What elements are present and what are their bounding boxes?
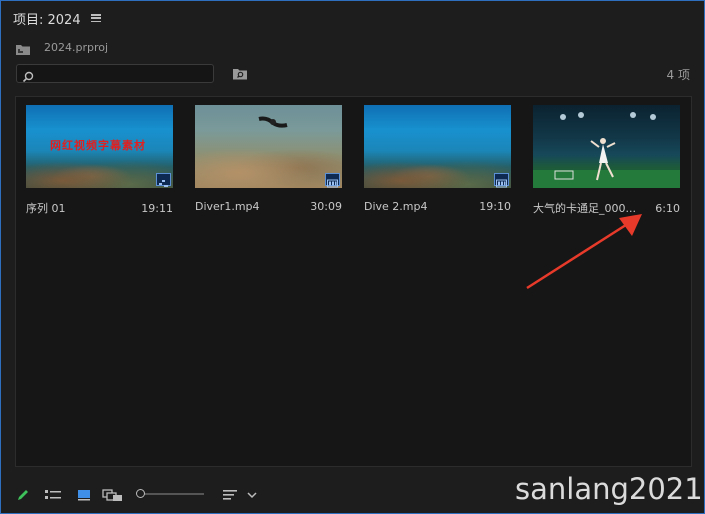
panel-title[interactable]: 项目: 2024 — [13, 9, 81, 28]
video-clip-icon — [494, 173, 509, 188]
list-view-icon[interactable] — [44, 487, 62, 506]
watermark: sanlang2021 — [515, 472, 703, 506]
panel-header: 项目: 2024 — [13, 9, 101, 28]
zoom-slider[interactable] — [136, 488, 204, 500]
search-icon — [22, 68, 34, 87]
red-arrow-annotation — [526, 214, 642, 290]
media-item[interactable]: Dive 2.mp4 19:10 — [364, 105, 511, 213]
hamburger-menu-icon[interactable] — [90, 14, 101, 22]
thumbnail[interactable]: 网红视频字幕素材 — [26, 105, 173, 188]
zoom-slider-track[interactable] — [144, 493, 204, 495]
sort-icon[interactable] — [222, 487, 238, 506]
chevron-down-icon[interactable] — [246, 487, 258, 506]
thumbnail[interactable] — [195, 105, 342, 188]
project-panel: 项目: 2024 2024.prproj 4 项 网红视频字幕素材 序列 01 … — [0, 0, 705, 514]
media-item-name: Diver1.mp4 — [195, 200, 260, 213]
thumbnail-overlay-text: 网红视频字幕素材 — [50, 139, 146, 152]
thumbnail[interactable] — [364, 105, 511, 188]
icon-view-icon[interactable] — [76, 487, 92, 506]
video-clip-icon — [325, 173, 340, 188]
media-item[interactable]: 网红视频字幕素材 序列 01 19:11 — [26, 105, 173, 216]
media-item-duration: 19:11 — [141, 201, 173, 215]
zoom-slider-knob[interactable] — [136, 489, 145, 498]
find-bin-icon[interactable] — [232, 66, 248, 80]
freeform-view-icon[interactable] — [102, 487, 124, 506]
search-field[interactable] — [16, 64, 214, 83]
diver-figure — [258, 116, 288, 128]
media-item-name: Dive 2.mp4 — [364, 200, 428, 213]
thumbnail[interactable] — [533, 105, 680, 188]
item-count: 4 项 — [666, 68, 690, 82]
project-file-name: 2024.prproj — [44, 40, 109, 54]
media-item-name: 序列 01 — [26, 202, 66, 215]
media-item-duration: 6:10 — [655, 201, 680, 215]
media-item-duration: 30:09 — [310, 200, 342, 213]
media-item[interactable]: Diver1.mp4 30:09 — [195, 105, 342, 213]
media-item-duration: 19:10 — [479, 200, 511, 213]
search-input[interactable] — [37, 66, 209, 81]
project-file-row: 2024.prproj — [15, 39, 108, 55]
bin-folder-icon — [15, 41, 31, 55]
sequence-icon — [156, 173, 171, 187]
stadium-scene — [554, 112, 656, 181]
media-item[interactable]: 大气的卡通足_000... 6:10 — [533, 105, 680, 216]
pencil-icon[interactable] — [16, 487, 30, 506]
